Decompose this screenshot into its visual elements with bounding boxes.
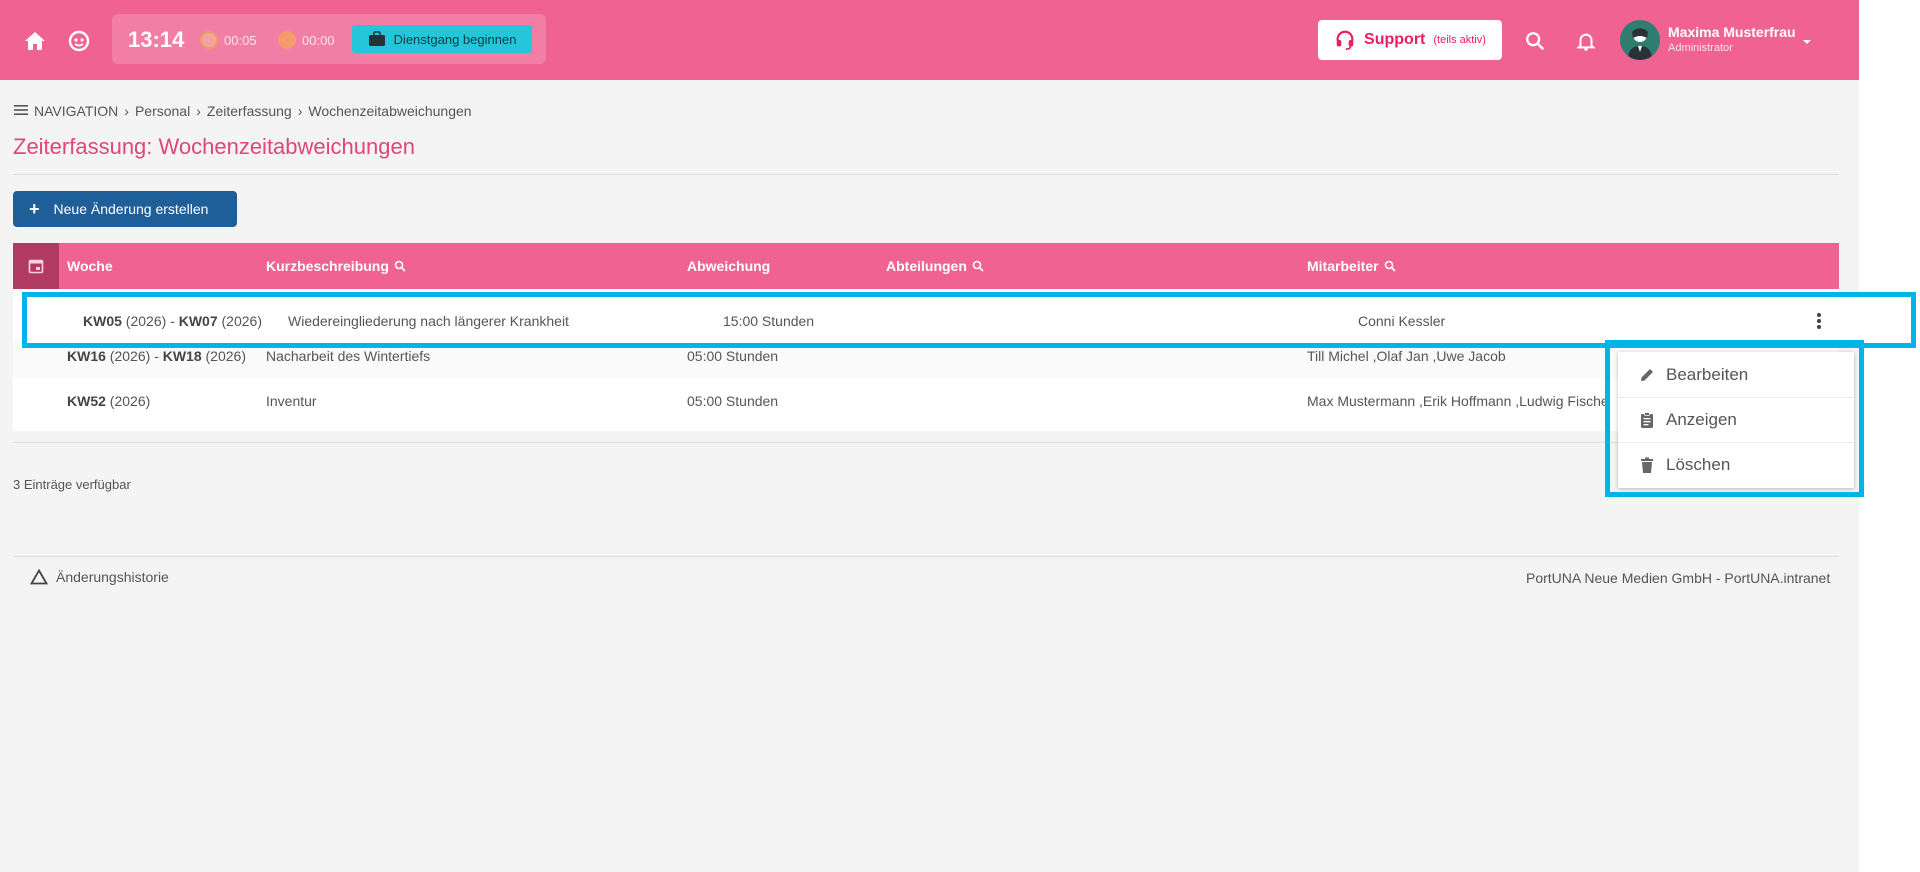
chevron-right-icon: › [297, 103, 303, 119]
app-window: 13:14 00:05 00:00 Dienstgang beginnen Su… [0, 0, 1859, 872]
pause-timer: 00:00 [278, 31, 335, 49]
plus-icon: + [29, 198, 40, 219]
column-header-kurzbeschreibung[interactable]: Kurzbeschreibung [266, 258, 406, 274]
breadcrumb-zeiterfassung[interactable]: Zeiterfassung [207, 103, 292, 119]
column-header-mitarbeiter[interactable]: Mitarbeiter [1307, 258, 1396, 274]
menu-icon[interactable] [14, 103, 28, 119]
break-timer: 00:05 [200, 31, 257, 49]
clock-display: 13:14 [128, 27, 185, 52]
search-icon[interactable] [1384, 260, 1396, 272]
menu-item-view[interactable]: Anzeigen [1618, 397, 1854, 442]
trash-icon [1641, 457, 1653, 473]
avatar [1620, 20, 1660, 60]
column-header-label: Abweichung [687, 258, 771, 274]
pause-icon [278, 31, 296, 49]
triangle-icon [30, 569, 48, 585]
breadcrumb-navigation[interactable]: NAVIGATION [34, 103, 118, 119]
more-vert-icon[interactable] [1809, 311, 1829, 331]
change-history-link[interactable]: Änderungshistorie [30, 569, 169, 585]
cell-mitarbeiter: Till Michel ,Olaf Jan ,Uwe Jacob [1307, 348, 1506, 364]
column-header-woche[interactable]: Woche [67, 258, 113, 274]
column-header-abteilungen[interactable]: Abteilungen [886, 258, 984, 274]
user-name: Maxima Musterfrau [1668, 24, 1796, 40]
change-history-label: Änderungshistorie [56, 569, 169, 585]
cell-abweichung: 05:00 Stunden [687, 348, 779, 364]
user-menu[interactable]: Maxima Musterfrau Administrator [1620, 19, 1812, 61]
table-row[interactable]: KW52 (2026) Inventur 05:00 Stunden Max M… [13, 378, 1839, 431]
home-icon[interactable] [20, 26, 50, 56]
headset-icon [1336, 30, 1354, 51]
cell-kurzbeschreibung: Inventur [266, 393, 317, 409]
breadcrumb-current: Wochenzeitabweichungen [308, 103, 472, 119]
bell-icon[interactable] [1571, 26, 1601, 56]
top-bar: 13:14 00:05 00:00 Dienstgang beginnen Su… [0, 0, 1859, 80]
column-header-label: Woche [67, 258, 113, 274]
cell-kurzbeschreibung: Nacharbeit des Wintertiefs [266, 348, 431, 364]
support-button[interactable]: Support (teils aktiv) [1318, 20, 1502, 60]
cell-mitarbeiter: Conni Kessler [1358, 313, 1446, 329]
chevron-right-icon: › [124, 103, 129, 119]
start-duty-button[interactable]: Dienstgang beginnen [352, 25, 532, 53]
divider [13, 556, 1839, 557]
new-change-button[interactable]: + Neue Änderung erstellen [13, 191, 237, 227]
start-duty-label: Dienstgang beginnen [393, 31, 517, 47]
briefcase-icon [368, 31, 385, 46]
table-header: Woche Kurzbeschreibung Abweichung Abteil… [13, 243, 1839, 289]
search-icon[interactable] [394, 260, 406, 272]
breadcrumb: NAVIGATION › Personal › Zeiterfassung › … [14, 103, 472, 119]
page-title: Zeiterfassung: Wochenzeitabweichungen [13, 134, 415, 159]
entry-count: 3 Einträge verfügbar [13, 477, 131, 492]
menu-item-label: Löschen [1666, 455, 1731, 474]
new-change-label: Neue Änderung erstellen [53, 201, 209, 217]
calendar-icon[interactable] [13, 243, 59, 289]
footer-company: PortUNA Neue Medien GmbH - PortUNA.intra… [1526, 570, 1831, 586]
cell-woche: KW52 (2026) [67, 393, 151, 409]
user-role: Administrator [1668, 42, 1733, 54]
column-header-label: Abteilungen [886, 258, 967, 274]
context-menu: Bearbeiten Anzeigen Löschen [1618, 352, 1854, 488]
face-icon[interactable] [64, 26, 94, 56]
menu-item-label: Anzeigen [1666, 410, 1737, 429]
break-icon [200, 31, 218, 49]
search-icon[interactable] [1520, 26, 1550, 56]
chevron-down-icon [1802, 33, 1812, 51]
cell-abweichung: 05:00 Stunden [687, 393, 779, 409]
search-icon[interactable] [972, 260, 984, 272]
menu-item-delete[interactable]: Löschen [1618, 442, 1854, 487]
cell-woche: KW16 (2026) - KW18 (2026) [67, 348, 246, 364]
cell-mitarbeiter: Max Mustermann ,Erik Hoffmann ,Ludwig Fi… [1307, 393, 1609, 409]
cell-kurzbeschreibung: Wiedereingliederung nach längerer Krankh… [288, 313, 569, 329]
support-sublabel: (teils aktiv) [1433, 34, 1486, 46]
divider [13, 442, 1839, 443]
cell-abweichung: 15:00 Stunden [723, 313, 815, 329]
clipboard-icon [1641, 412, 1653, 428]
divider [13, 174, 1839, 175]
menu-item-edit[interactable]: Bearbeiten [1618, 352, 1854, 397]
column-header-label: Mitarbeiter [1307, 258, 1379, 274]
column-header-label: Kurzbeschreibung [266, 258, 389, 274]
pause-timer-value: 00:00 [302, 32, 335, 48]
time-tracking-widget: 13:14 00:05 00:00 Dienstgang beginnen [112, 14, 546, 64]
pencil-icon [1641, 368, 1653, 381]
support-label: Support [1364, 31, 1426, 48]
breadcrumb-personal[interactable]: Personal [135, 103, 190, 119]
menu-item-label: Bearbeiten [1666, 364, 1749, 384]
cell-woche: KW05 (2026) - KW07 (2026) [83, 313, 262, 329]
break-timer-value: 00:05 [224, 32, 257, 48]
column-header-abweichung[interactable]: Abweichung [687, 258, 770, 274]
chevron-right-icon: › [196, 103, 201, 119]
